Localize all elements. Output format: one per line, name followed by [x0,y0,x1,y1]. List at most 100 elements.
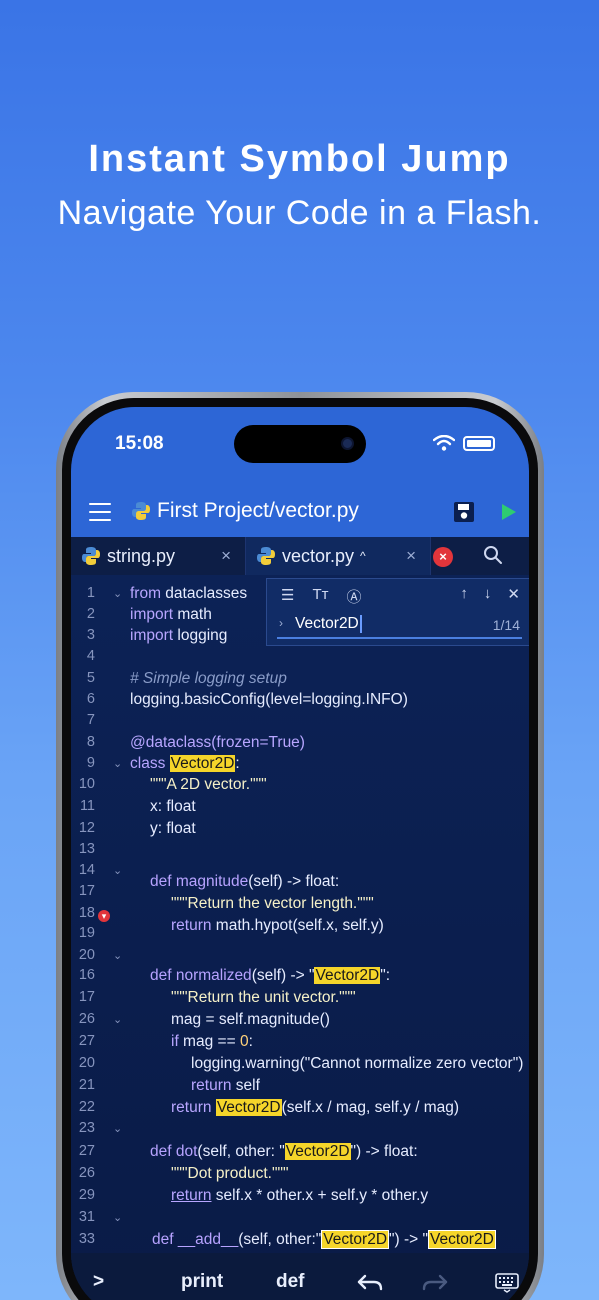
camera-icon [341,437,354,450]
symbol-match: Vector2D [428,1230,496,1249]
line-number: 31 [78,1209,95,1225]
python-icon [82,547,100,565]
fold-icon[interactable]: ⌄ [113,587,122,600]
run-icon[interactable] [501,503,517,521]
status-icons [433,435,495,451]
arrow-down-icon[interactable]: ↓ [484,585,492,603]
code-text: ": [380,967,391,984]
line-number: 17 [78,989,95,1005]
code-line: 16 def normalized(self) -> "Vector2D": [71,967,529,989]
code-text: logging.basicConfig(level=logging.INFO) [130,691,408,708]
code-editor[interactable]: ☰ Tт Ⓐ ↑ ↓ ✕ › Vector2D 1/14 1 ⌄ from da… [71,575,529,1281]
code-line: 26 ⌄ mag = self.magnitude() [71,1011,529,1033]
python-icon [132,502,150,520]
chevron-right-icon[interactable]: › [279,616,283,630]
docstring: """A 2D vector.""" [150,776,267,793]
headline: Instant Symbol Jump [88,138,511,180]
find-count: 1/14 [492,617,520,633]
redo-icon[interactable] [421,1273,449,1293]
line-number: 3 [86,627,95,643]
function-name: normalized [171,967,252,984]
code-text: math [173,606,212,623]
tab-bar: string.py × vector.py ^ × × [71,537,529,575]
keyword: from [130,585,161,602]
code-text: dataclasses [161,585,248,602]
code-line: 33 def __add__(self, other:" Vector2D ") -… [71,1230,529,1253]
line-number: 27 [78,1033,95,1049]
search-icon[interactable] [483,545,503,565]
phone-screen: 15:08 First Project/vector.py string.py … [71,407,529,1300]
line-number: 13 [78,841,95,857]
code-text: logging.warning("Cannot normalize zero v… [191,1055,524,1072]
fold-icon[interactable]: ⌄ [113,1013,122,1026]
fold-icon[interactable]: ⌄ [113,757,122,770]
close-icon[interactable]: ✕ [507,585,520,603]
keyword: if [171,1033,179,1050]
code-text: self [231,1077,260,1094]
save-icon[interactable] [453,501,475,523]
font-icon[interactable]: Ⓐ [347,586,362,607]
arrow-up-icon[interactable]: ↑ [460,585,468,603]
code-line: 4 [71,648,529,670]
function-name: dot [171,1143,198,1160]
line-number: 19 [78,925,95,941]
code-line: 29 return self.x * other.x + self.y * ot… [71,1187,529,1209]
menu-icon[interactable] [89,503,111,521]
keyword: return [171,1187,212,1204]
line-number: 20 [78,1055,95,1071]
fold-icon[interactable]: ⌄ [113,1211,122,1224]
line-number: 7 [86,712,95,728]
fold-icon[interactable]: ⌄ [113,1122,122,1135]
close-icon[interactable]: × [221,546,231,566]
code-line: 13 [71,841,529,863]
line-number: 20 [78,947,95,963]
code-line: 27 def dot(self, other: "Vector2D") -> f… [71,1143,529,1165]
code-line: 11 x: float [71,798,529,820]
tab-key-button[interactable]: > [93,1271,104,1293]
find-panel: ☰ Tт Ⓐ ↑ ↓ ✕ › Vector2D 1/14 [266,578,529,646]
code-text: mag = self.magnitude() [171,1011,330,1028]
code-line: 22 return Vector2D(self.x / mag, self.y … [71,1099,529,1121]
line-number: 27 [78,1143,95,1159]
line-number: 23 [78,1120,95,1136]
error-badge-icon[interactable]: × [433,547,453,567]
keyword: return [191,1077,232,1094]
code-line: 20 ⌄ [71,947,529,969]
symbol-match: Vector2D [215,1099,282,1116]
code-text: (self, other:" [238,1231,322,1248]
code-text: (self.x / mag, self.y / mag) [281,1099,460,1116]
keyword: def [152,1231,174,1248]
code-line: 23 ⌄ [71,1120,529,1142]
line-number: 2 [86,606,95,622]
keyboard-icon[interactable] [495,1273,519,1293]
def-snippet-button[interactable]: def [276,1271,305,1293]
function-name: __add__ [173,1231,239,1248]
code-line: 19 [71,925,529,947]
code-line: 21 return self [71,1077,529,1099]
code-line: 27 if mag == 0: [71,1033,529,1055]
find-input[interactable]: › Vector2D 1/14 [277,613,522,639]
number: 0 [239,1033,249,1050]
tab-vector-py[interactable]: vector.py ^ × [246,537,431,575]
fold-icon[interactable]: ⌄ [113,949,122,962]
close-icon[interactable]: × [406,546,416,566]
code-line: 5 # Simple logging setup [71,670,529,692]
undo-icon[interactable] [356,1273,384,1293]
list-icon[interactable]: ☰ [281,586,294,607]
keyword: class [130,755,166,772]
symbol-match: Vector2D [321,1230,390,1249]
chevron-up-icon[interactable]: ^ [360,549,366,563]
tab-label: string.py [107,545,176,566]
line-number: 5 [86,670,95,686]
tab-string-py[interactable]: string.py × [71,537,246,575]
decorator: @dataclass(frozen=True) [130,734,305,751]
text-size-icon[interactable]: Tт [312,586,328,607]
print-snippet-button[interactable]: print [181,1271,223,1293]
phone-frame: 15:08 First Project/vector.py string.py … [56,392,544,1300]
line-number: 33 [78,1231,95,1247]
code-text: logging [173,627,228,644]
code-text: ") -> " [389,1231,429,1248]
keyword: def [150,1143,172,1160]
code-line: 31 ⌄ [71,1209,529,1231]
keyword: return [171,1099,212,1116]
